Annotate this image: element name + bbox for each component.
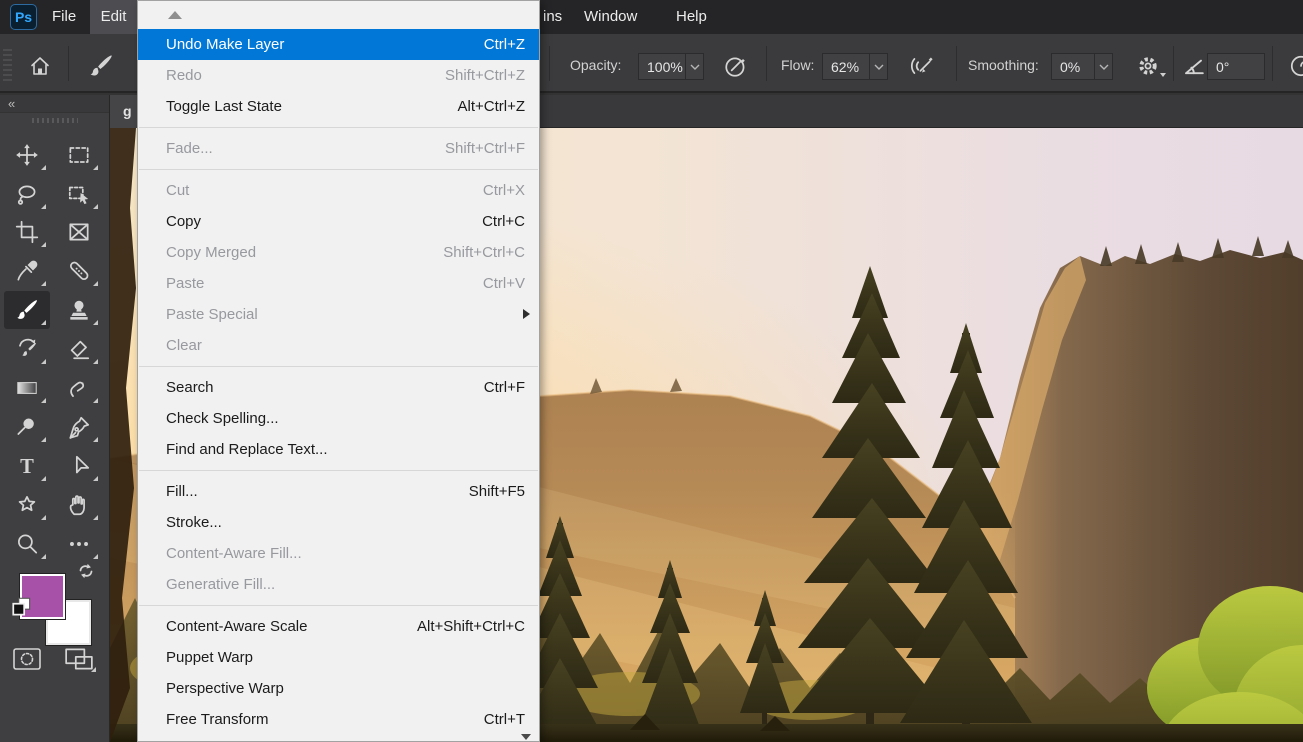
move-tool[interactable] (4, 136, 50, 174)
direct-selection-tool[interactable] (56, 447, 102, 485)
smoothing-dropdown-chevron[interactable] (1094, 54, 1112, 79)
panel-grip[interactable] (32, 118, 78, 123)
menu-item-perspective-warp[interactable]: Perspective Warp (138, 673, 539, 704)
menu-separator (139, 605, 538, 606)
menu-separator (139, 470, 538, 471)
object-selection-tool[interactable] (56, 175, 102, 213)
home-button[interactable] (26, 52, 54, 80)
menu-item-find-and-replace-text[interactable]: Find and Replace Text... (138, 434, 539, 465)
menu-item-generative-fill[interactable]: Generative Fill... (138, 569, 539, 600)
pressure-opacity-icon[interactable] (722, 52, 750, 80)
opacity-dropdown-chevron[interactable] (685, 54, 703, 79)
menu-item-free-transform[interactable]: Free TransformCtrl+T (138, 704, 539, 735)
menu-window[interactable]: Window (578, 0, 643, 34)
default-colors-icon[interactable] (10, 595, 34, 619)
type-tool[interactable]: T (4, 447, 50, 485)
menu-item-copy-merged[interactable]: Copy MergedShift+Ctrl+C (138, 237, 539, 268)
menu-item-cut[interactable]: CutCtrl+X (138, 175, 539, 206)
menu-edit[interactable]: Edit (90, 0, 137, 34)
brush-tool[interactable] (4, 291, 50, 329)
menu-item-redo[interactable]: RedoShift+Ctrl+Z (138, 60, 539, 91)
crop-tool[interactable] (4, 213, 50, 251)
custom-shape-tool[interactable] (4, 486, 50, 524)
eyedropper-tool[interactable] (4, 252, 50, 290)
smudge-tool[interactable] (56, 369, 102, 407)
menu-item-toggle-last-state[interactable]: Toggle Last StateAlt+Ctrl+Z (138, 91, 539, 122)
menu-item-content-aware-scale[interactable]: Content-Aware ScaleAlt+Shift+Ctrl+C (138, 611, 539, 642)
menu-plugins-partial[interactable]: ins (537, 0, 568, 34)
menu-item-puppet-warp[interactable]: Puppet Warp (138, 642, 539, 673)
menu-item-paste[interactable]: PasteCtrl+V (138, 268, 539, 299)
document-tab[interactable]: g (110, 95, 137, 128)
menu-item-search[interactable]: SearchCtrl+F (138, 372, 539, 403)
history-brush-tool[interactable] (4, 330, 50, 368)
menu-file[interactable]: File (46, 0, 82, 34)
menu-separator (139, 366, 538, 367)
menu-help[interactable]: Help (670, 0, 713, 34)
menu-item-paste-special[interactable]: Paste Special (138, 299, 539, 330)
rectangular-marquee-tool[interactable] (56, 136, 102, 174)
menu-item-stroke[interactable]: Stroke... (138, 507, 539, 538)
menu-item-undo-make-layer[interactable]: Undo Make LayerCtrl+Z (138, 29, 539, 60)
frame-tool[interactable] (56, 213, 102, 251)
scroll-up-icon (168, 11, 182, 19)
symmetry-icon[interactable] (1287, 52, 1303, 80)
brush-angle-input[interactable]: 0° (1207, 53, 1265, 80)
quick-mask-button[interactable] (6, 643, 48, 675)
eraser-tool[interactable] (56, 330, 102, 368)
brush-preset-picker[interactable] (84, 52, 118, 80)
smoothing-input[interactable]: 0% (1051, 53, 1113, 80)
menu-separator (139, 169, 538, 170)
photoshop-logo: Ps (10, 4, 37, 30)
pen-tool[interactable] (56, 408, 102, 446)
spot-healing-brush-tool[interactable] (56, 252, 102, 290)
menu-item-fill[interactable]: Fill...Shift+F5 (138, 476, 539, 507)
zoom-tool[interactable] (4, 525, 50, 563)
scroll-down-icon[interactable] (521, 734, 531, 740)
clone-stamp-tool[interactable] (56, 291, 102, 329)
smoothing-label: Smoothing: (968, 57, 1039, 73)
menu-item-check-spelling[interactable]: Check Spelling... (138, 403, 539, 434)
tools-panel: « T (0, 95, 110, 742)
svg-text:T: T (20, 456, 34, 478)
menu-separator (139, 127, 538, 128)
flow-input[interactable]: 62% (822, 53, 888, 80)
opacity-label: Opacity: (570, 57, 621, 73)
menu-item-fade[interactable]: Fade...Shift+Ctrl+F (138, 133, 539, 164)
flow-dropdown-chevron[interactable] (869, 54, 887, 79)
swap-colors-icon[interactable] (75, 560, 97, 582)
submenu-arrow-icon (523, 309, 530, 319)
hand-tool[interactable] (56, 486, 102, 524)
airbrush-icon[interactable] (905, 52, 939, 80)
options-bar-grip[interactable] (3, 47, 12, 81)
menu-item-content-aware-fill[interactable]: Content-Aware Fill... (138, 538, 539, 569)
menu-item-copy[interactable]: CopyCtrl+C (138, 206, 539, 237)
edit-toolbar-button[interactable] (56, 525, 102, 563)
smoothing-options-gear-icon[interactable] (1134, 52, 1162, 80)
lasso-tool[interactable] (4, 175, 50, 213)
menu-item-clear[interactable]: Clear (138, 330, 539, 361)
brush-angle-icon (1181, 52, 1209, 80)
flow-label: Flow: (781, 57, 814, 73)
opacity-input[interactable]: 100% (638, 53, 704, 80)
screen-mode-button[interactable] (58, 642, 100, 676)
dodge-tool[interactable] (4, 408, 50, 446)
gradient-tool[interactable] (4, 369, 50, 407)
edit-menu-dropdown: Undo Make LayerCtrl+Z RedoShift+Ctrl+Z T… (137, 0, 540, 742)
menu-scroll-up-zone[interactable] (138, 1, 539, 29)
collapse-panel-button[interactable]: « (0, 95, 109, 113)
